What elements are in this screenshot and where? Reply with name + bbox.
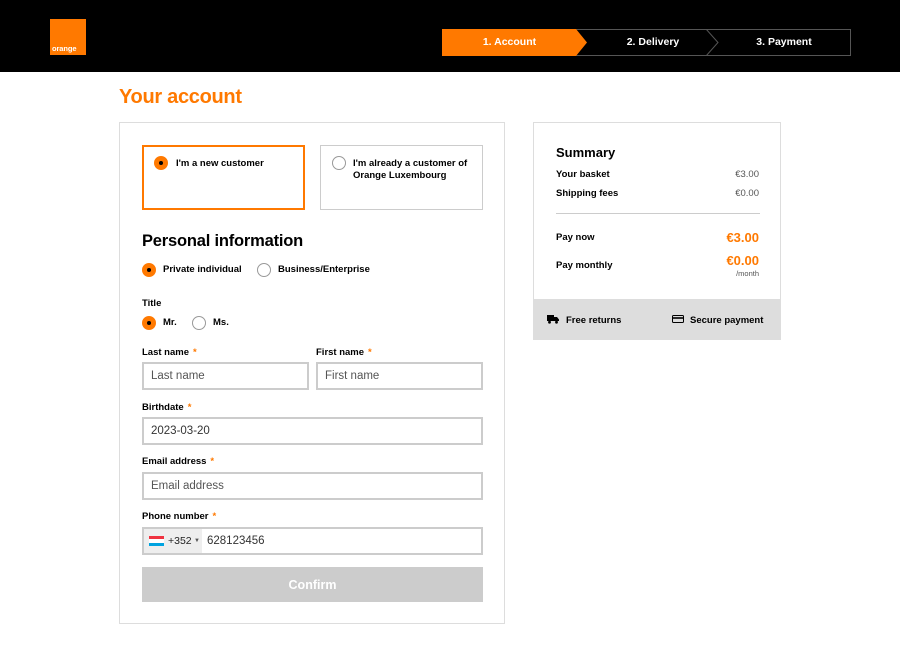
phone-label: Phone number * [142, 511, 217, 522]
pay-monthly-label: Pay monthly [556, 260, 613, 271]
summary-footer: Free returns Secure payment [533, 299, 781, 340]
step-delivery: 2. Delivery [626, 36, 680, 48]
page-title: Your account [119, 86, 242, 108]
free-returns-label: Free returns [566, 315, 622, 326]
confirm-button[interactable]: Confirm [142, 567, 483, 602]
credit-card-icon [672, 315, 684, 323]
required-marker: * [210, 456, 215, 467]
required-marker: * [368, 347, 372, 358]
phone-field: +352 ▼ [142, 527, 483, 555]
existing-customer-label: I'm already a customer of Orange Luxembo… [353, 158, 468, 181]
step-payment: 3. Payment [756, 36, 812, 48]
new-customer-radio[interactable] [154, 156, 168, 170]
email-label: Email address * [142, 456, 215, 467]
orange-logo[interactable]: orange [50, 19, 86, 55]
luxembourg-flag-icon [149, 536, 164, 546]
logo-text: orange [52, 44, 77, 53]
private-individual-label: Private individual [163, 264, 242, 275]
summary-title: Summary [556, 145, 616, 160]
basket-label: Your basket [556, 169, 610, 180]
business-label: Business/Enterprise [278, 264, 370, 275]
shipping-value: €0.00 [735, 188, 759, 199]
pay-now-label: Pay now [556, 232, 595, 243]
pay-now-value: €3.00 [726, 230, 759, 245]
ms-radio[interactable] [192, 316, 206, 330]
ms-label: Ms. [213, 317, 229, 328]
first-name-input[interactable] [316, 362, 483, 390]
existing-customer-option[interactable]: I'm already a customer of Orange Luxembo… [320, 145, 483, 210]
basket-value: €3.00 [735, 169, 759, 180]
summary-card: Summary Your basket €3.00 Shipping fees … [533, 122, 781, 340]
pay-monthly-value: €0.00 [726, 253, 759, 268]
last-name-label: Last name * [142, 347, 197, 358]
country-code-value: +352 [168, 535, 192, 547]
new-customer-label: I'm a new customer [176, 158, 264, 169]
birthdate-input[interactable] [142, 417, 483, 445]
title-field-label: Title [142, 298, 162, 309]
birthdate-label: Birthdate * [142, 402, 192, 413]
checkout-steps: 1. Account 2. Delivery 3. Payment [442, 29, 851, 56]
country-code-select[interactable]: +352 ▼ [144, 529, 202, 553]
summary-divider [556, 213, 760, 214]
per-month-label: /month [736, 269, 759, 278]
required-marker: * [187, 402, 192, 413]
email-input[interactable] [142, 472, 483, 500]
truck-icon [547, 315, 559, 324]
personal-info-title: Personal information [142, 232, 304, 250]
secure-payment-label: Secure payment [690, 315, 764, 326]
mr-label: Mr. [163, 317, 177, 328]
account-form-card: I'm a new customer I'm already a custome… [119, 122, 505, 624]
phone-input[interactable] [207, 529, 477, 553]
top-header: orange 1. Account 2. Delivery 3. Payment [0, 0, 900, 72]
private-individual-radio[interactable] [142, 263, 156, 277]
chevron-down-icon: ▼ [194, 538, 200, 544]
last-name-input[interactable] [142, 362, 309, 390]
first-name-label: First name * [316, 347, 372, 358]
required-marker: * [193, 347, 197, 358]
new-customer-option[interactable]: I'm a new customer [142, 145, 305, 210]
required-marker: * [212, 511, 217, 522]
step-account: 1. Account [442, 29, 587, 56]
shipping-label: Shipping fees [556, 188, 619, 199]
mr-radio[interactable] [142, 316, 156, 330]
existing-customer-radio[interactable] [332, 156, 346, 170]
business-radio[interactable] [257, 263, 271, 277]
